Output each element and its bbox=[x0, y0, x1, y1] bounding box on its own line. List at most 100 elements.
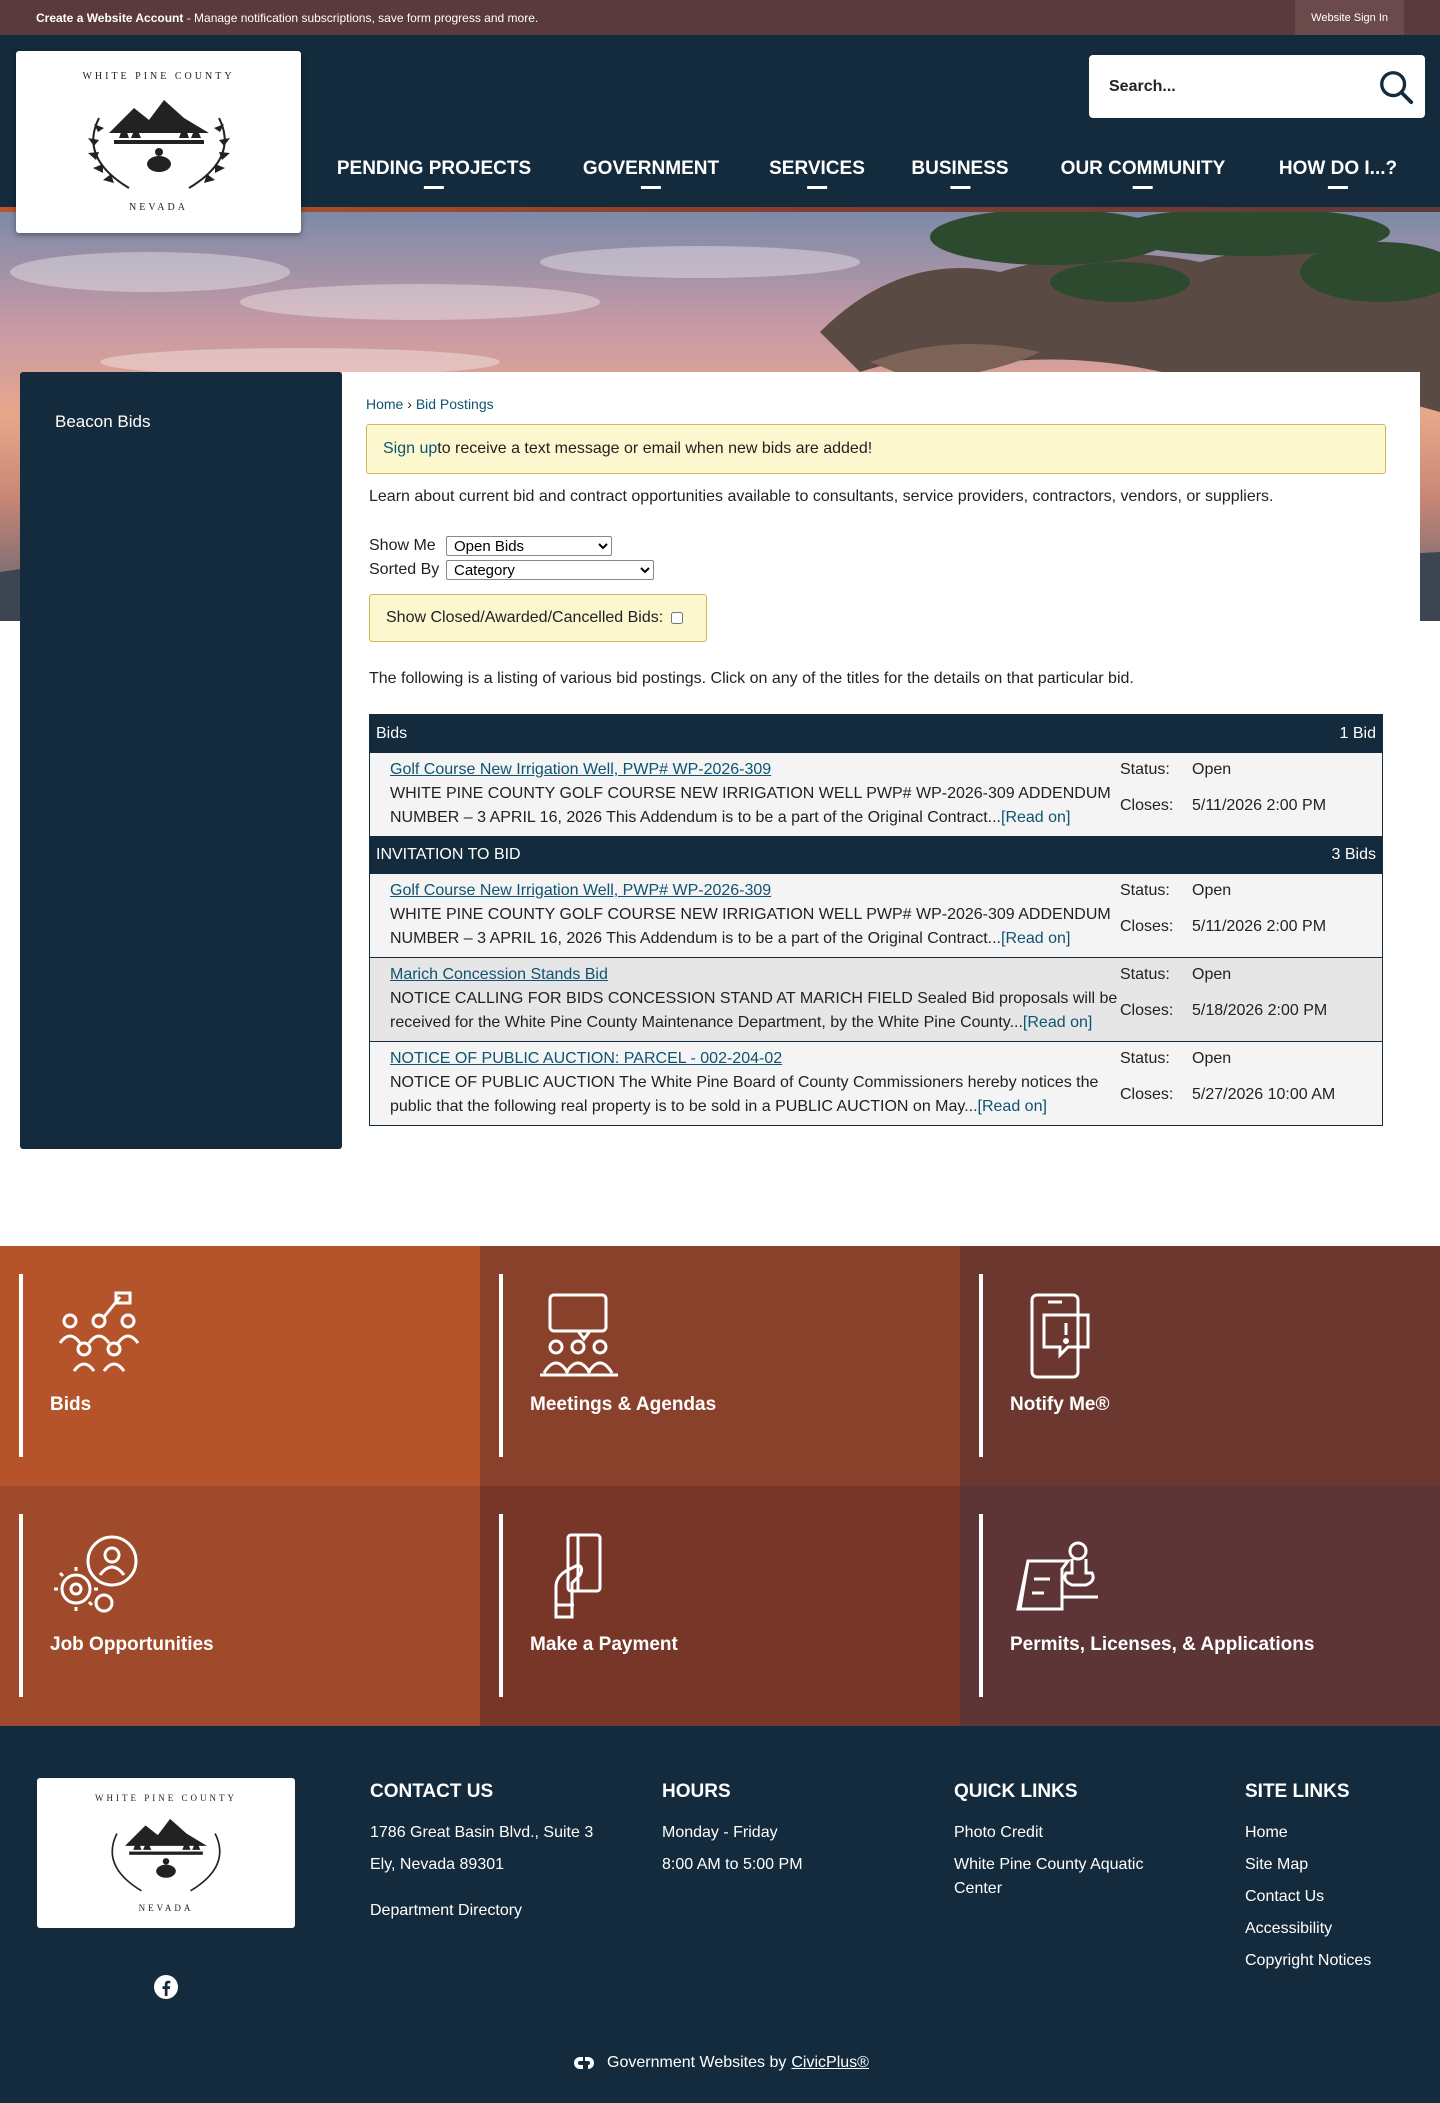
closes-label: Closes: bbox=[1120, 1002, 1174, 1019]
footer-link-accessibility[interactable]: Accessibility bbox=[1245, 1917, 1371, 1941]
closes-label: Closes: bbox=[1120, 918, 1174, 935]
status-label: Status: bbox=[1120, 1050, 1170, 1067]
footer-site-links-title: SITE LINKS bbox=[1245, 1781, 1350, 1802]
bid-title-link[interactable]: Golf Course New Irrigation Well, PWP# WP… bbox=[390, 761, 771, 778]
footer-link-home[interactable]: Home bbox=[1245, 1821, 1371, 1845]
breadcrumb-separator: › bbox=[403, 396, 416, 412]
footer-county-logo[interactable]: WHITE PINE COUNTY NEVADA bbox=[37, 1778, 295, 1928]
tile-job-opportunities[interactable]: Job Opportunities bbox=[0, 1486, 480, 1726]
tile-label: Meetings & Agendas bbox=[530, 1394, 717, 1415]
nav-pending-projects[interactable]: PENDING PROJECTS bbox=[337, 158, 531, 189]
show-me-label: Show Me bbox=[369, 537, 436, 554]
tile-notify-me[interactable]: Notify Me® bbox=[960, 1246, 1440, 1486]
tile-divider bbox=[499, 1514, 503, 1697]
listing-intro-text: The following is a listing of various bi… bbox=[369, 670, 1134, 687]
county-seal-icon bbox=[111, 1818, 221, 1892]
nav-our-community[interactable]: OUR COMMUNITY bbox=[1061, 158, 1226, 189]
sidebar-item-beacon-bids[interactable]: Beacon Bids bbox=[20, 372, 342, 432]
breadcrumb-home-link[interactable]: Home bbox=[366, 396, 403, 412]
signup-text: to receive a text message or email when … bbox=[437, 440, 873, 457]
footer-link-copyright[interactable]: Copyright Notices bbox=[1245, 1949, 1371, 1973]
footer-link-aquatic-center[interactable]: White Pine County Aquatic Center bbox=[954, 1853, 1174, 1901]
footer-department-directory-link[interactable]: Department Directory bbox=[370, 1899, 593, 1923]
tile-divider bbox=[19, 1274, 23, 1457]
status-label: Status: bbox=[1120, 761, 1170, 778]
show-closed-bids-box: Show Closed/Awarded/Cancelled Bids: bbox=[369, 594, 707, 642]
bids-table: Bids 1 Bid Golf Course New Irrigation We… bbox=[369, 714, 1383, 1126]
closes-value: 5/11/2026 2:00 PM bbox=[1192, 918, 1327, 935]
notify-phone-icon bbox=[1030, 1293, 1090, 1379]
logo-text-top: WHITE PINE COUNTY bbox=[82, 71, 235, 82]
quick-tiles: Bids Meetings & Agendas Notify Me® Job O… bbox=[0, 1246, 1440, 1726]
read-on-link[interactable]: [Read on] bbox=[978, 1098, 1047, 1115]
county-logo[interactable]: WHITE PINE COUNTY NEVADA bbox=[16, 51, 301, 233]
show-closed-checkbox[interactable] bbox=[671, 612, 684, 624]
create-account-link[interactable]: Create a Website Account - Manage notifi… bbox=[36, 11, 538, 25]
tile-bids[interactable]: Bids bbox=[0, 1246, 480, 1486]
nav-business[interactable]: BUSINESS bbox=[911, 158, 1008, 189]
sidebar: Beacon Bids bbox=[20, 372, 342, 1149]
tile-divider bbox=[979, 1514, 983, 1697]
status-value: Open bbox=[1192, 1050, 1232, 1067]
footer-link-photo-credit[interactable]: Photo Credit bbox=[954, 1821, 1174, 1845]
site-header: WHITE PINE COUNTY NEVADA PENDI bbox=[0, 35, 1440, 233]
footer-quick-links: QUICK LINKS Photo Credit White Pine Coun… bbox=[954, 1781, 1174, 1909]
bid-row: Golf Course New Irrigation Well, PWP# WP… bbox=[370, 873, 1382, 957]
tile-label: Bids bbox=[50, 1394, 92, 1415]
civicplus-link[interactable]: CivicPlus® bbox=[791, 2054, 869, 2072]
nav-how-do-i[interactable]: HOW DO I...? bbox=[1279, 158, 1397, 189]
site-footer: WHITE PINE COUNTY NEVADA CONTACT US 1786… bbox=[0, 1726, 1440, 2103]
category-count: 3 Bids bbox=[1331, 846, 1376, 863]
tile-meetings[interactable]: Meetings & Agendas bbox=[480, 1246, 960, 1486]
bid-title-link[interactable]: Golf Course New Irrigation Well, PWP# WP… bbox=[390, 882, 771, 899]
status-label: Status: bbox=[1120, 882, 1170, 899]
payment-card-icon bbox=[554, 1533, 602, 1619]
footer-site-links: SITE LINKS Home Site Map Contact Us Acce… bbox=[1245, 1781, 1371, 1981]
footer-link-site-map[interactable]: Site Map bbox=[1245, 1853, 1371, 1877]
signup-notice: Sign up to receive a text message or ema… bbox=[366, 424, 1386, 474]
signup-link[interactable]: Sign up bbox=[383, 440, 437, 458]
closes-value: 5/18/2026 2:00 PM bbox=[1192, 1002, 1328, 1019]
county-seal-icon bbox=[87, 100, 230, 189]
closes-value: 5/27/2026 10:00 AM bbox=[1192, 1086, 1336, 1103]
bid-row: Golf Course New Irrigation Well, PWP# WP… bbox=[370, 752, 1382, 836]
tile-make-payment[interactable]: Make a Payment bbox=[480, 1486, 960, 1726]
category-count: 1 Bid bbox=[1339, 724, 1376, 742]
bid-row: Marich Concession Stands Bid NOTICE CALL… bbox=[370, 957, 1382, 1041]
footer-link-contact-us[interactable]: Contact Us bbox=[1245, 1885, 1371, 1909]
closes-label: Closes: bbox=[1120, 1086, 1174, 1103]
facebook-icon[interactable] bbox=[153, 1974, 179, 2000]
tile-divider bbox=[499, 1274, 503, 1457]
bid-title-link[interactable]: Marich Concession Stands Bid bbox=[390, 966, 608, 983]
footer-quick-links-title: QUICK LINKS bbox=[954, 1781, 1078, 1802]
main-content: Home › Bid Postings Sign up to receive a… bbox=[342, 372, 1420, 1149]
nav-services[interactable]: SERVICES bbox=[769, 158, 865, 189]
read-on-link[interactable]: [Read on] bbox=[1023, 1014, 1092, 1031]
read-on-link[interactable]: [Read on] bbox=[1001, 809, 1070, 826]
read-on-link[interactable]: [Read on] bbox=[1001, 930, 1070, 947]
show-me-select[interactable]: Open Bids bbox=[446, 536, 612, 556]
search-input[interactable] bbox=[1109, 77, 1369, 96]
footer-hours-times: 8:00 AM to 5:00 PM bbox=[662, 1856, 803, 1873]
tile-label: Notify Me® bbox=[1010, 1394, 1110, 1415]
footer-address-line1: 1786 Great Basin Blvd., Suite 3 bbox=[370, 1824, 594, 1841]
search-icon[interactable] bbox=[1377, 68, 1415, 106]
bid-title-link[interactable]: NOTICE OF PUBLIC AUCTION: PARCEL - 002-2… bbox=[390, 1050, 782, 1067]
tile-divider bbox=[979, 1274, 983, 1457]
logo-text-bottom: NEVADA bbox=[129, 202, 188, 213]
status-value: Open bbox=[1192, 882, 1232, 899]
status-value: Open bbox=[1192, 761, 1232, 778]
tile-permits-licenses[interactable]: Permits, Licenses, & Applications bbox=[960, 1486, 1440, 1726]
bid-description: NOTICE CALLING FOR BIDS CONCESSION STAND… bbox=[390, 990, 1118, 1031]
breadcrumb-current-link[interactable]: Bid Postings bbox=[416, 396, 494, 412]
tile-label: Permits, Licenses, & Applications bbox=[1010, 1634, 1315, 1655]
tile-label: Make a Payment bbox=[530, 1634, 678, 1655]
job-gears-icon bbox=[54, 1535, 138, 1613]
footer-contact: CONTACT US 1786 Great Basin Blvd., Suite… bbox=[370, 1781, 593, 1931]
nav-government[interactable]: GOVERNMENT bbox=[583, 158, 719, 189]
closes-value: 5/11/2026 2:00 PM bbox=[1192, 797, 1327, 814]
website-sign-in-button[interactable]: Website Sign In bbox=[1295, 0, 1404, 35]
breadcrumb: Home › Bid Postings bbox=[366, 396, 1420, 412]
category-header: INVITATION TO BID 3 Bids bbox=[370, 836, 1382, 873]
sorted-by-select[interactable]: Category bbox=[446, 560, 654, 580]
